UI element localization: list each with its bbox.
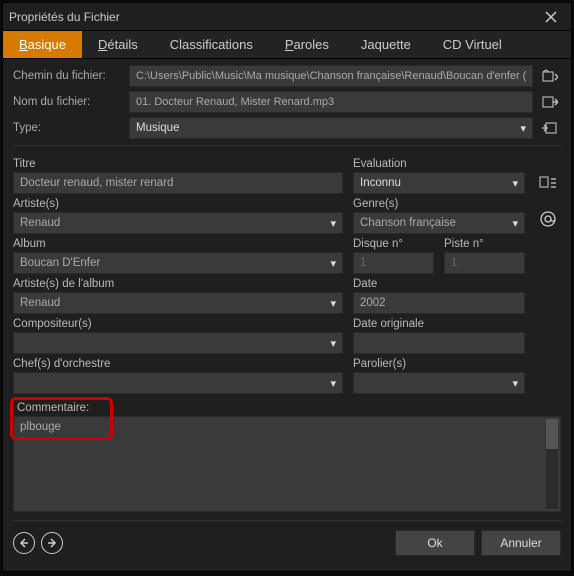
label-filepath: Chemin du fichier: (13, 70, 123, 82)
label-comment: Commentaire: (13, 400, 561, 416)
label-type: Type: (13, 122, 123, 134)
tab-cdvirtuel[interactable]: CD Virtuel (427, 31, 518, 58)
chevron-down-icon: ▾ (330, 257, 336, 270)
chevron-down-icon: ▾ (512, 377, 518, 390)
ok-button[interactable]: Ok (395, 530, 475, 556)
filename-field: 01. Docteur Renaud, Mister Renard.mp3 (129, 91, 533, 113)
artiste-select[interactable]: Renaud▾ (13, 212, 343, 234)
tab-basique[interactable]: Basique (3, 31, 82, 58)
chevron-down-icon: ▾ (330, 217, 336, 230)
label-conductor: Chef(s) d'orchestre (13, 358, 343, 370)
separator (13, 520, 561, 521)
comment-textarea[interactable]: plbouge (13, 416, 561, 512)
chevron-down-icon: ▾ (512, 177, 518, 190)
next-button[interactable] (41, 532, 63, 554)
label-album: Album (13, 238, 343, 250)
open-file-button[interactable] (539, 91, 561, 113)
scrollbar-thumb[interactable] (546, 419, 558, 449)
chevron-down-icon: ▾ (330, 337, 336, 350)
label-composer: Compositeur(s) (13, 318, 343, 330)
close-button[interactable] (537, 3, 565, 31)
label-origdate: Date originale (353, 318, 525, 330)
arrow-right-icon (47, 538, 57, 548)
genre-select[interactable]: Chanson française▾ (353, 212, 525, 234)
albumartist-select[interactable]: Renaud▾ (13, 292, 343, 314)
chevron-down-icon: ▾ (520, 122, 526, 135)
prev-button[interactable] (13, 532, 35, 554)
album-select[interactable]: Boucan D'Enfer▾ (13, 252, 343, 274)
label-eval: Evaluation (353, 158, 525, 170)
tab-paroles[interactable]: Paroles (269, 31, 345, 58)
composer-select[interactable]: ▾ (13, 332, 343, 354)
tab-jaquette[interactable]: Jaquette (345, 31, 427, 58)
filepath-field: C:\Users\Public\Music\Ma musique\Chanson… (129, 65, 533, 87)
tag-icon (539, 175, 557, 191)
tab-bar: Basique Détails Classifications Paroles … (3, 31, 571, 59)
eval-select[interactable]: Inconnu▾ (353, 172, 525, 194)
tab-classifications[interactable]: Classifications (154, 31, 269, 58)
label-track: Piste n° (444, 238, 525, 250)
track-input[interactable]: 1 (444, 252, 525, 274)
arrow-left-icon (19, 538, 29, 548)
label-filename: Nom du fichier: (13, 96, 123, 108)
label-artiste: Artiste(s) (13, 198, 343, 210)
date-input[interactable]: 2002 (353, 292, 525, 314)
at-icon (539, 210, 557, 228)
disc-input[interactable]: 1 (353, 252, 434, 274)
label-date: Date (353, 278, 525, 290)
conductor-select[interactable]: ▾ (13, 372, 343, 394)
add-type-button[interactable] (539, 117, 561, 139)
chevron-down-icon: ▾ (330, 297, 336, 310)
chevron-down-icon: ▾ (330, 377, 336, 390)
close-icon (545, 11, 557, 23)
window-title: Propriétés du Fichier (9, 10, 537, 24)
parolier-select[interactable]: ▾ (353, 372, 525, 394)
open-folder-button[interactable] (539, 65, 561, 87)
label-titre: Titre (13, 158, 343, 170)
separator (13, 145, 561, 146)
import-icon (542, 121, 558, 135)
label-parolier: Parolier(s) (353, 358, 525, 370)
label-albumartist: Artiste(s) de l'album (13, 278, 343, 290)
chevron-down-icon: ▾ (512, 217, 518, 230)
cancel-button[interactable]: Annuler (481, 530, 561, 556)
folder-arrow-icon (542, 69, 558, 83)
tag-button-1[interactable] (537, 172, 559, 194)
type-select[interactable]: Musique▾ (129, 117, 533, 139)
titre-input[interactable]: Docteur renaud, mister renard (13, 172, 343, 194)
tag-button-2[interactable] (537, 208, 559, 230)
label-genre: Genre(s) (353, 198, 525, 210)
export-icon (542, 95, 558, 109)
tab-details[interactable]: Détails (82, 31, 154, 58)
label-disc: Disque n° (353, 238, 434, 250)
origdate-input[interactable] (353, 332, 525, 354)
